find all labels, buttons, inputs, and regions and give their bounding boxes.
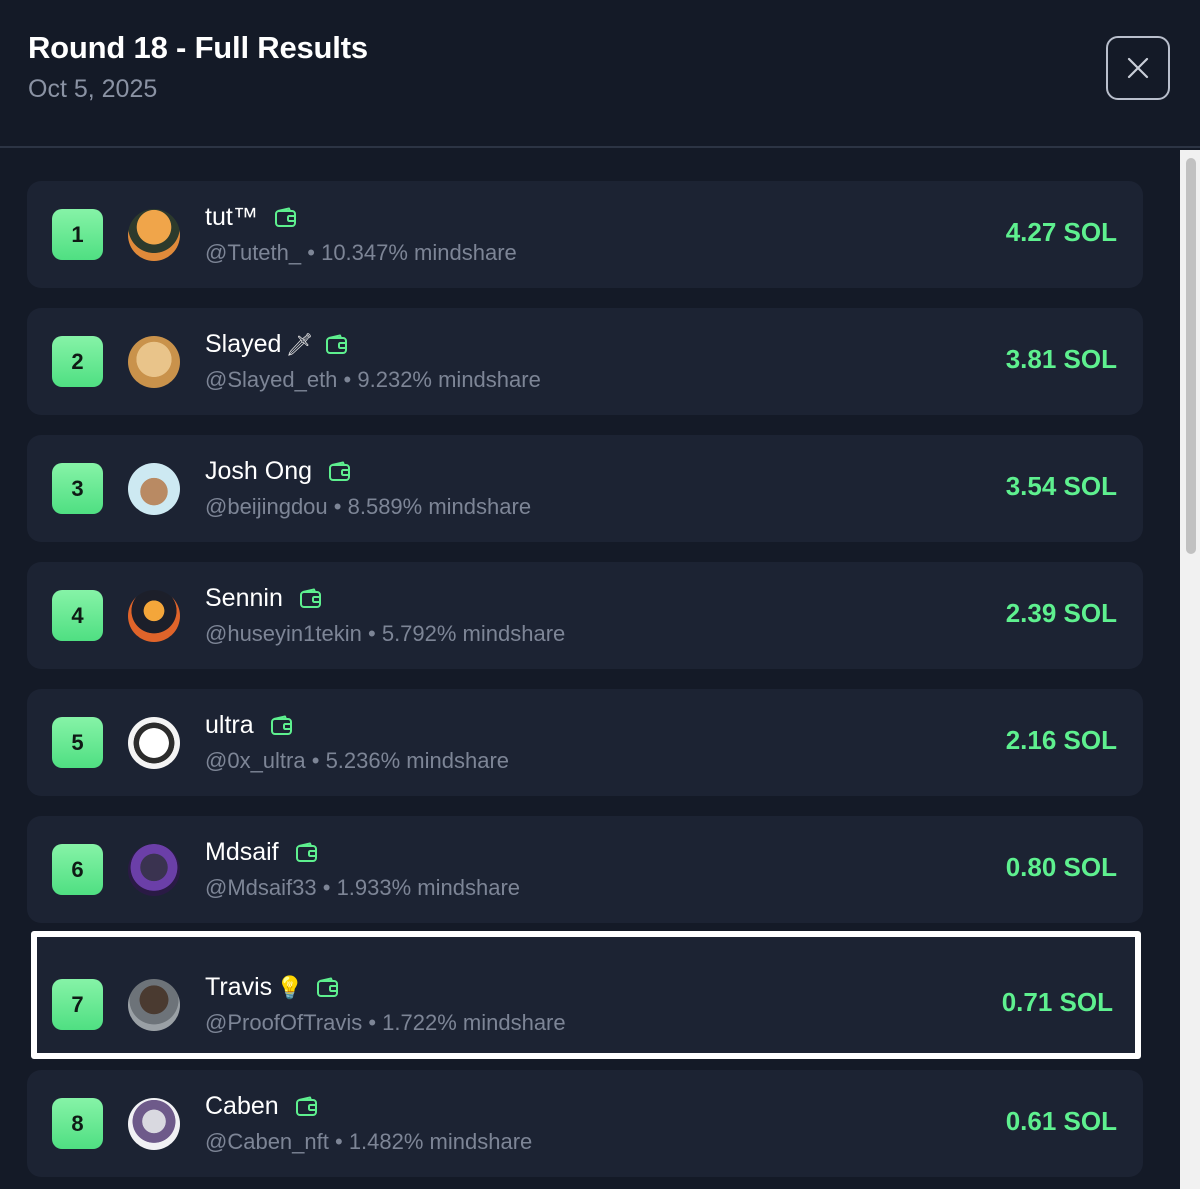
reward-amount: 3.54 SOL <box>1005 471 1117 501</box>
separator-dot: • <box>322 875 337 900</box>
user-meta: @ProofOfTravis • 1.722% mindshare <box>205 1010 566 1036</box>
mindshare-value: 1.482% mindshare <box>348 1129 533 1154</box>
user-handle[interactable]: @Tuteth_ <box>205 240 301 265</box>
result-row-2[interactable]: 2 Slayed 🗡 @Slayed_eth • 9.232% mindshar… <box>27 308 1143 415</box>
reward-amount: 4.27 SOL <box>1005 217 1117 247</box>
rank-badge: 2 <box>52 336 103 387</box>
separator-dot: • <box>333 494 348 519</box>
reward-amount: 0.71 SOL <box>1001 987 1113 1017</box>
name-emoji: 💡 <box>276 974 304 1000</box>
avatar[interactable] <box>128 209 180 261</box>
user-display-name[interactable]: Travis <box>205 973 272 1002</box>
scrollbar[interactable] <box>1180 150 1200 1189</box>
user-display-name[interactable]: Slayed <box>205 330 281 359</box>
result-row-5[interactable]: 5 ultra @0x_ultra • 5.236% mindshare 2.1… <box>27 689 1143 796</box>
close-button[interactable] <box>1106 36 1170 100</box>
user-handle[interactable]: @0x_ultra <box>205 748 306 773</box>
user-meta: @Slayed_eth • 9.232% mindshare <box>205 367 541 393</box>
user-display-name[interactable]: tut™ <box>205 203 258 232</box>
wallet-icon[interactable] <box>299 588 323 610</box>
rank-badge: 6 <box>52 844 103 895</box>
wallet-icon[interactable] <box>274 207 298 229</box>
results-list[interactable]: 1 tut™ @Tuteth_ • 10.347% mindshare 4.27… <box>0 150 1180 1189</box>
mindshare-value: 1.933% mindshare <box>336 875 521 900</box>
mindshare-value: 5.236% mindshare <box>325 748 510 773</box>
reward-amount: 0.80 SOL <box>1005 852 1117 882</box>
wallet-icon[interactable] <box>325 334 349 356</box>
result-row-4[interactable]: 4 Sennin @huseyin1tekin • 5.792% mindsha… <box>27 562 1143 669</box>
user-display-name[interactable]: Mdsaif <box>205 838 279 867</box>
round-date: Oct 5, 2025 <box>28 75 158 103</box>
reward-amount: 3.81 SOL <box>1005 344 1117 374</box>
user-handle[interactable]: @ProofOfTravis <box>205 1010 362 1035</box>
rank-badge: 3 <box>52 463 103 514</box>
mindshare-value: 1.722% mindshare <box>382 1010 566 1035</box>
user-meta: @Mdsaif33 • 1.933% mindshare <box>205 875 520 901</box>
mindshare-value: 10.347% mindshare <box>321 240 517 265</box>
reward-amount: 2.16 SOL <box>1005 725 1117 755</box>
avatar[interactable] <box>128 979 180 1031</box>
avatar[interactable] <box>128 463 180 515</box>
result-row-3[interactable]: 3 Josh Ong @beijingdou • 8.589% mindshar… <box>27 435 1143 542</box>
user-meta: @Tuteth_ • 10.347% mindshare <box>205 240 517 266</box>
avatar[interactable] <box>128 1098 180 1150</box>
wallet-icon[interactable] <box>316 977 340 999</box>
rank-badge: 1 <box>52 209 103 260</box>
result-row-8[interactable]: 8 Caben @Caben_nft • 1.482% mindshare 0.… <box>27 1070 1143 1177</box>
result-row-7[interactable]: 7 Travis 💡 @ProofOfTravis • 1.722% minds… <box>31 931 1141 1059</box>
user-display-name[interactable]: ultra <box>205 711 254 740</box>
user-handle[interactable]: @huseyin1tekin <box>205 621 362 646</box>
user-display-name[interactable]: Caben <box>205 1092 279 1121</box>
user-handle[interactable]: @Mdsaif33 <box>205 875 317 900</box>
scrollbar-thumb[interactable] <box>1186 158 1196 554</box>
user-meta: @beijingdou • 8.589% mindshare <box>205 494 531 520</box>
rank-badge: 5 <box>52 717 103 768</box>
wallet-icon[interactable] <box>295 842 319 864</box>
result-row-6[interactable]: 6 Mdsaif @Mdsaif33 • 1.933% mindshare 0.… <box>27 816 1143 923</box>
mindshare-value: 8.589% mindshare <box>347 494 532 519</box>
rank-badge: 7 <box>52 979 103 1030</box>
user-meta: @huseyin1tekin • 5.792% mindshare <box>205 621 565 647</box>
separator-dot: • <box>311 748 326 773</box>
wallet-icon[interactable] <box>270 715 294 737</box>
mindshare-value: 5.792% mindshare <box>381 621 566 646</box>
separator-dot: • <box>334 1129 349 1154</box>
avatar[interactable] <box>128 336 180 388</box>
name-emoji: 🗡 <box>285 331 314 357</box>
reward-amount: 2.39 SOL <box>1005 598 1117 628</box>
user-meta: @Caben_nft • 1.482% mindshare <box>205 1129 532 1155</box>
avatar[interactable] <box>128 717 180 769</box>
rank-badge: 8 <box>52 1098 103 1149</box>
avatar[interactable] <box>128 844 180 896</box>
page-title: Round 18 - Full Results <box>28 30 368 65</box>
reward-amount: 0.61 SOL <box>1005 1106 1117 1136</box>
rank-badge: 4 <box>52 590 103 641</box>
separator-dot: • <box>368 1010 383 1035</box>
user-handle[interactable]: @Slayed_eth <box>205 367 337 392</box>
close-icon <box>1127 57 1149 79</box>
avatar[interactable] <box>128 590 180 642</box>
mindshare-value: 9.232% mindshare <box>357 367 541 392</box>
wallet-icon[interactable] <box>295 1096 319 1118</box>
user-handle[interactable]: @beijingdou <box>205 494 328 519</box>
separator-dot: • <box>368 621 382 646</box>
result-row-1[interactable]: 1 tut™ @Tuteth_ • 10.347% mindshare 4.27… <box>27 181 1143 288</box>
user-display-name[interactable]: Sennin <box>205 584 283 613</box>
user-meta: @0x_ultra • 5.236% mindshare <box>205 748 509 774</box>
modal-header: Round 18 - Full Results Oct 5, 2025 <box>0 0 1200 148</box>
separator-dot: • <box>343 367 358 392</box>
user-display-name[interactable]: Josh Ong <box>205 457 312 486</box>
user-handle[interactable]: @Caben_nft <box>205 1129 329 1154</box>
separator-dot: • <box>307 240 322 265</box>
wallet-icon[interactable] <box>328 461 352 483</box>
